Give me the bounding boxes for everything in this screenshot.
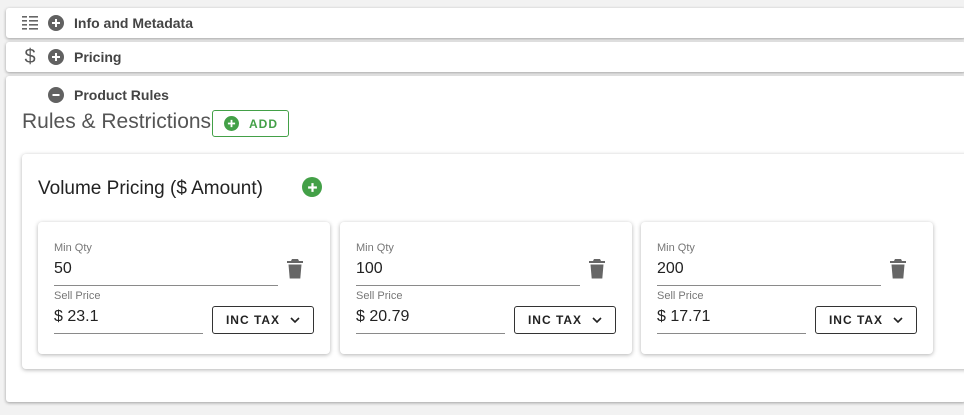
sell-price-input[interactable]: [54, 308, 200, 326]
sell-price-underline: [657, 333, 806, 334]
panel-header-info[interactable]: Info and Metadata: [6, 8, 964, 38]
dollar-icon: $: [24, 45, 36, 68]
section-title-rules-restrictions: Rules & Restrictions: [22, 110, 212, 133]
min-qty-label: Min Qty: [356, 242, 394, 254]
min-qty-label: Min Qty: [657, 242, 695, 254]
min-qty-underline: [356, 285, 580, 286]
min-qty-input[interactable]: [657, 260, 877, 278]
panel-title-product-rules: Product Rules: [74, 87, 169, 103]
min-qty-underline: [657, 285, 881, 286]
list-icon: [21, 16, 39, 30]
chevron-down-icon: [592, 315, 602, 325]
add-circle-icon: [224, 116, 239, 131]
min-qty-input[interactable]: [356, 260, 576, 278]
sell-price-input[interactable]: [657, 308, 803, 326]
panel-product-rules: Product Rules Rules & Restrictions ADD V…: [6, 76, 964, 402]
panel-header-product-rules[interactable]: Product Rules: [6, 80, 306, 110]
add-button-label: ADD: [249, 116, 278, 131]
volume-tier-card: Min Qty Sell Price INC TAX: [38, 222, 330, 354]
volume-tier-card: Min Qty Sell Price INC TAX: [340, 222, 632, 354]
sell-price-underline: [356, 333, 505, 334]
chevron-down-icon: [893, 315, 903, 325]
chevron-down-icon: [290, 315, 300, 325]
tax-mode-dropdown[interactable]: INC TAX: [815, 306, 917, 334]
volume-pricing-card: Volume Pricing ($ Amount) Min Qty Sell P…: [22, 154, 964, 369]
panel-info-and-metadata[interactable]: Info and Metadata: [6, 8, 964, 38]
tax-mode-dropdown[interactable]: INC TAX: [514, 306, 616, 334]
delete-tier-icon[interactable]: [588, 258, 606, 280]
delete-tier-icon[interactable]: [889, 258, 907, 280]
tax-mode-label: INC TAX: [828, 313, 884, 327]
volume-tier-card: Min Qty Sell Price INC TAX: [641, 222, 933, 354]
expand-plus-icon[interactable]: [48, 49, 64, 65]
sell-price-label: Sell Price: [54, 290, 101, 302]
min-qty-input[interactable]: [54, 260, 274, 278]
tax-mode-label: INC TAX: [527, 313, 583, 327]
add-tier-icon[interactable]: [302, 177, 322, 197]
min-qty-underline: [54, 285, 278, 286]
sell-price-underline: [54, 333, 203, 334]
sell-price-label: Sell Price: [356, 290, 403, 302]
panel-header-pricing[interactable]: $ Pricing: [6, 42, 964, 72]
volume-pricing-title: Volume Pricing ($ Amount): [38, 178, 263, 199]
add-rule-button[interactable]: ADD: [212, 110, 289, 137]
tax-mode-label: INC TAX: [225, 313, 281, 327]
panel-pricing[interactable]: $ Pricing: [6, 42, 964, 72]
delete-tier-icon[interactable]: [286, 258, 304, 280]
panel-title-info: Info and Metadata: [74, 15, 194, 31]
expand-plus-icon[interactable]: [48, 15, 64, 31]
panel-title-pricing: Pricing: [74, 49, 122, 65]
tax-mode-dropdown[interactable]: INC TAX: [212, 306, 314, 334]
collapse-minus-icon[interactable]: [48, 87, 64, 103]
min-qty-label: Min Qty: [54, 242, 92, 254]
sell-price-label: Sell Price: [657, 290, 704, 302]
sell-price-input[interactable]: [356, 308, 502, 326]
